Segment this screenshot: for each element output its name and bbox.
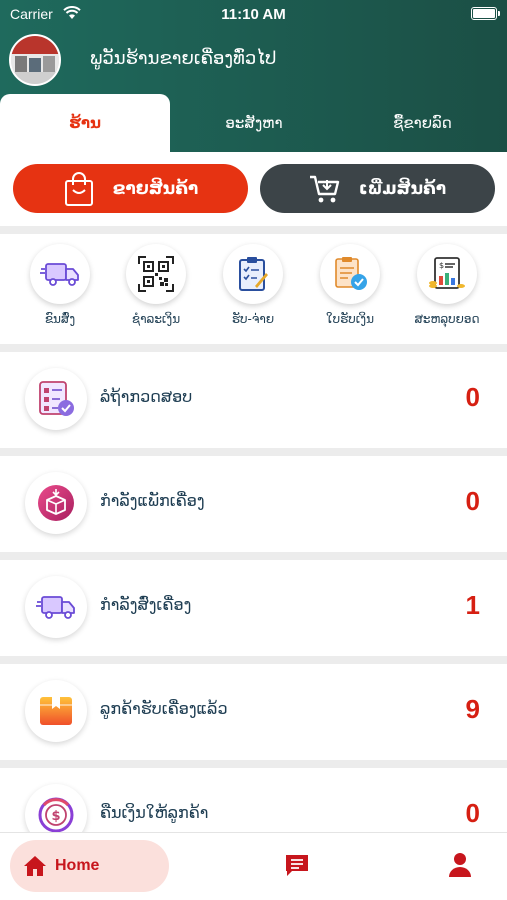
- shop-avatar[interactable]: [9, 34, 61, 86]
- checklist-review-icon: [25, 368, 87, 430]
- quick-item-shipping[interactable]: ຂົນສົ່ງ: [12, 244, 108, 326]
- svg-text:$: $: [52, 809, 61, 824]
- chat-icon[interactable]: [284, 853, 310, 877]
- quick-item-payment[interactable]: ຊໍາລະເງິນ: [108, 244, 204, 326]
- bottom-navigation: Home: [0, 832, 507, 900]
- svg-text:$: $: [439, 261, 444, 270]
- action-buttons: ຂາຍສິນຄ້າ ເພີ່ມສິນຄ້າ: [0, 152, 507, 226]
- status-label: ຄືນເງິນໃຫ້ລູກຄ້າ: [100, 803, 209, 822]
- category-tabs: ຮ້ານ ອະສັງຫາ ຊື້ຂາຍລົດ: [0, 94, 507, 152]
- status-row-packing[interactable]: ກໍາລັງແພັກເຄື່ອງ 0: [0, 456, 507, 552]
- received-package-icon: [25, 680, 87, 742]
- quick-item-label: ຂົນສົ່ງ: [44, 312, 76, 326]
- add-to-cart-icon: [309, 175, 340, 202]
- home-icon: [24, 856, 46, 876]
- quick-item-label: ສະຫລຸບຍອດ: [414, 312, 480, 326]
- delivery-truck-icon: [25, 576, 87, 638]
- status-count: 0: [465, 798, 480, 828]
- status-label: ກໍາລັງສົ່ງເຄື່ອງ: [100, 595, 192, 614]
- add-product-label: ເພີ່ມສິນຄ້າ: [358, 178, 447, 199]
- clock: 11:10 AM: [221, 6, 286, 23]
- report-summary-icon: $: [417, 244, 477, 304]
- quick-item-income-expense[interactable]: ຮັບ-ຈ່າຍ: [205, 244, 301, 326]
- user-profile-icon[interactable]: [448, 852, 472, 878]
- status-label: ລູກຄ້າຮັບເຄື່ອງແລ້ວ: [100, 699, 228, 718]
- quick-item-label: ໃບຮັບເງິນ: [326, 312, 374, 326]
- nav-home-button[interactable]: Home: [10, 840, 169, 892]
- status-row-received[interactable]: ລູກຄ້າຮັບເຄື່ອງແລ້ວ 9: [0, 664, 507, 760]
- tab-real-estate[interactable]: ອະສັງຫາ: [170, 94, 338, 152]
- status-row-pending-review[interactable]: ລໍຖ້າກວດສອບ 0: [0, 352, 507, 448]
- quick-item-label: ຮັບ-ຈ່າຍ: [231, 312, 275, 326]
- receipt-check-icon: [320, 244, 380, 304]
- quick-item-receipt[interactable]: ໃບຮັບເງິນ: [302, 244, 398, 326]
- clipboard-checklist-icon: [223, 244, 283, 304]
- nav-home-label: Home: [55, 857, 100, 874]
- shop-title: ພູວັນຮ້ານຂາຍເຄື່ອງທົ່ວໄປ: [90, 48, 277, 69]
- status-label: ລໍຖ້າກວດສອບ: [100, 387, 193, 406]
- quick-item-summary[interactable]: $ ສະຫລຸບຍອດ: [399, 244, 495, 326]
- status-count: 0: [465, 486, 480, 516]
- shopping-bag-icon: [64, 171, 93, 206]
- sell-product-button[interactable]: ຂາຍສິນຄ້າ: [13, 164, 248, 213]
- quick-menu: ຂົນສົ່ງ ຊໍາລະເງິນ ຮັບ-ຈ່າຍ ໃບຮັບເງິນ $ ສ…: [0, 234, 507, 344]
- status-count: 0: [465, 382, 480, 412]
- delivery-truck-icon: [30, 244, 90, 304]
- app-header: Carrier 11:10 AM ພູວັນຮ້ານຂາຍເຄື່ອງທົ່ວໄ…: [0, 0, 507, 152]
- status-label: ກໍາລັງແພັກເຄື່ອງ: [100, 491, 205, 510]
- battery-icon: [471, 7, 500, 20]
- sell-product-label: ຂາຍສິນຄ້າ: [112, 178, 199, 199]
- add-product-button[interactable]: ເພີ່ມສິນຄ້າ: [260, 164, 495, 213]
- packing-box-icon: [25, 472, 87, 534]
- status-count: 1: [465, 590, 480, 620]
- qr-code-icon: [126, 244, 186, 304]
- tab-shop[interactable]: ຮ້ານ: [0, 94, 170, 152]
- quick-item-label: ຊໍາລະເງິນ: [131, 312, 181, 326]
- status-bar: Carrier 11:10 AM: [0, 0, 507, 28]
- status-row-shipping[interactable]: ກໍາລັງສົ່ງເຄື່ອງ 1: [0, 560, 507, 656]
- tab-car-trade[interactable]: ຊື້ຂາຍລົດ: [338, 94, 507, 152]
- shop-photo-image: [11, 36, 59, 84]
- status-count: 9: [465, 694, 480, 724]
